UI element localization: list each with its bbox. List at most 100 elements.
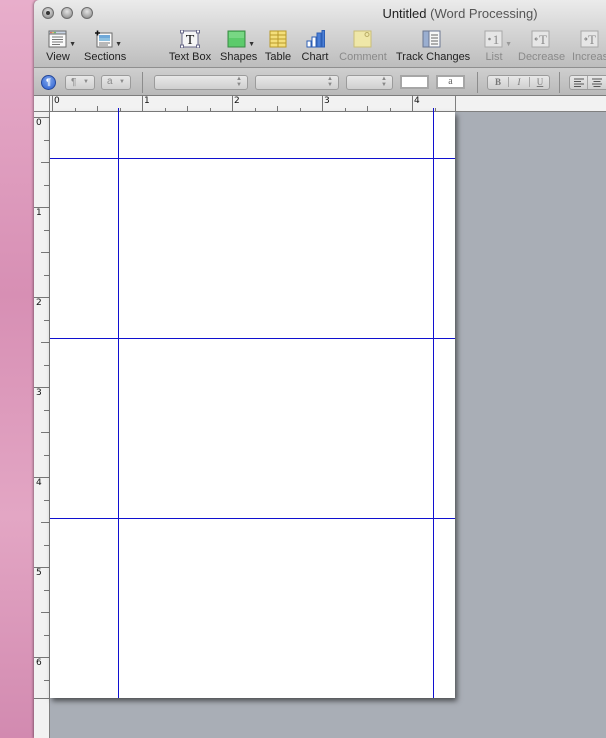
ruler-label: 4	[414, 96, 420, 106]
up-down-arrows-icon: ▲ ▼	[236, 76, 242, 88]
ruler-tick	[119, 108, 121, 111]
increase-indent-button[interactable]: T Increas	[572, 30, 606, 66]
highlight-color-well[interactable]: a	[436, 75, 465, 89]
bold-button[interactable]: B	[488, 77, 509, 87]
ruler-tick	[41, 612, 49, 613]
ruler-label: 0	[54, 96, 60, 106]
font-size-popup[interactable]: ▲ ▼	[346, 75, 393, 90]
format-bar: ¶ ¶ ▼ a ▼ ▲ ▼ ▲ ▼ ▲ ▼ a B I U	[34, 68, 606, 96]
table-icon	[268, 30, 288, 48]
horizontal-ruler[interactable]: 0 1 2 3 4	[50, 95, 455, 112]
layout-guide	[50, 338, 455, 339]
document-page[interactable]	[50, 112, 455, 698]
comment-label: Comment	[339, 51, 387, 63]
ruler-tick	[52, 95, 53, 111]
svg-text:T: T	[186, 33, 195, 48]
up-down-arrows-icon: ▲ ▼	[327, 76, 333, 88]
chevron-down-icon: ▼	[83, 79, 89, 85]
ruler-tick	[232, 95, 233, 111]
document-type: (Word Processing)	[430, 6, 538, 21]
ruler-label: 3	[324, 96, 330, 106]
ruler-tick	[44, 544, 49, 546]
chart-button[interactable]: Chart	[300, 30, 330, 66]
table-button[interactable]: Table	[264, 30, 292, 66]
comment-button[interactable]: Comment	[338, 30, 388, 66]
align-center-icon	[592, 78, 602, 87]
ruler-tick	[97, 106, 98, 111]
align-center-button[interactable]	[588, 76, 606, 89]
ruler-label: 6	[36, 658, 42, 668]
track-changes-label: Track Changes	[396, 51, 471, 63]
character-style-icon: a	[107, 76, 113, 87]
ruler-tick	[44, 454, 49, 456]
ruler-tick	[41, 162, 49, 163]
text-box-label: Text Box	[168, 51, 212, 63]
ruler-tick	[41, 342, 49, 343]
right-margin-guide	[433, 112, 434, 698]
list-button[interactable]: 1 ▼ List	[482, 30, 512, 66]
ruler-tick	[367, 106, 368, 111]
ruler-tick	[142, 95, 143, 111]
paragraph-style-popup[interactable]: ¶ ▼	[65, 75, 95, 90]
ruler-tick	[412, 95, 413, 111]
align-left-button[interactable]	[570, 76, 588, 89]
increase-label: Increas	[572, 51, 606, 63]
ruler-tick	[74, 108, 76, 111]
ruler-tick	[41, 432, 49, 433]
left-margin-guide	[118, 112, 119, 698]
underline-button[interactable]: U	[530, 77, 550, 87]
dropdown-arrow-icon: ▼	[248, 41, 255, 48]
chart-label: Chart	[301, 51, 329, 63]
sections-button[interactable]: ▼ Sections	[84, 30, 126, 66]
up-down-arrows-icon: ▲ ▼	[381, 76, 387, 88]
ruler-label: 4	[36, 478, 42, 488]
decrease-label: Decrease	[518, 51, 566, 63]
ruler-label: 1	[144, 96, 150, 106]
separator	[142, 72, 143, 93]
typeface-popup[interactable]: ▲ ▼	[255, 75, 339, 90]
increase-indent-icon: T	[580, 30, 600, 48]
paragraph-icon: ¶	[45, 77, 51, 87]
decrease-indent-icon: T	[531, 30, 551, 48]
pages-window: Untitled (Word Processing) ▼ View ▼ Sect…	[34, 0, 606, 738]
decrease-indent-button[interactable]: T Decrease	[518, 30, 566, 66]
ruler-label: 3	[36, 388, 42, 398]
font-family-popup[interactable]: ▲ ▼	[154, 75, 248, 90]
list-label: List	[485, 51, 503, 63]
window-title: Untitled (Word Processing)	[34, 6, 606, 21]
ruler-tick	[277, 106, 278, 111]
ruler-tick	[44, 589, 49, 591]
text-box-button[interactable]: T Text Box	[168, 29, 212, 66]
track-changes-button[interactable]: Track Changes	[396, 30, 471, 66]
ruler-tick	[44, 229, 49, 231]
ruler-tick	[44, 139, 49, 141]
dropdown-arrow-icon: ▼	[505, 41, 512, 48]
ruler-tick	[434, 108, 436, 111]
view-button[interactable]: ▼ View	[46, 30, 76, 66]
view-label: View	[46, 51, 70, 63]
ruler-tick	[344, 108, 346, 111]
shapes-label: Shapes	[220, 51, 258, 63]
text-color-well[interactable]	[400, 75, 429, 89]
chart-icon	[305, 30, 325, 48]
styles-drawer-button[interactable]: ¶	[41, 75, 56, 90]
svg-text:T: T	[588, 32, 596, 47]
horizontal-ruler-extension	[455, 96, 606, 112]
view-icon: ▼	[48, 30, 76, 48]
comment-icon	[353, 30, 373, 48]
ruler-tick	[41, 522, 49, 523]
table-label: Table	[264, 51, 292, 63]
chevron-down-icon: ▼	[119, 79, 125, 85]
title-bar: Untitled (Word Processing) ▼ View ▼ Sect…	[34, 0, 606, 68]
ruler-tick	[44, 409, 49, 411]
italic-button[interactable]: I	[509, 77, 530, 87]
paragraph-style-icon: ¶	[71, 77, 77, 88]
ruler-tick	[44, 634, 49, 636]
alignment-buttons	[569, 75, 606, 90]
vertical-ruler[interactable]: 0 1 2 3 4 5 6	[34, 112, 50, 738]
ruler-tick	[254, 108, 256, 111]
ruler-tick	[44, 184, 49, 186]
character-style-popup[interactable]: a ▼	[101, 75, 131, 90]
align-left-icon	[574, 78, 584, 87]
shapes-button[interactable]: ▼ Shapes	[220, 30, 258, 66]
